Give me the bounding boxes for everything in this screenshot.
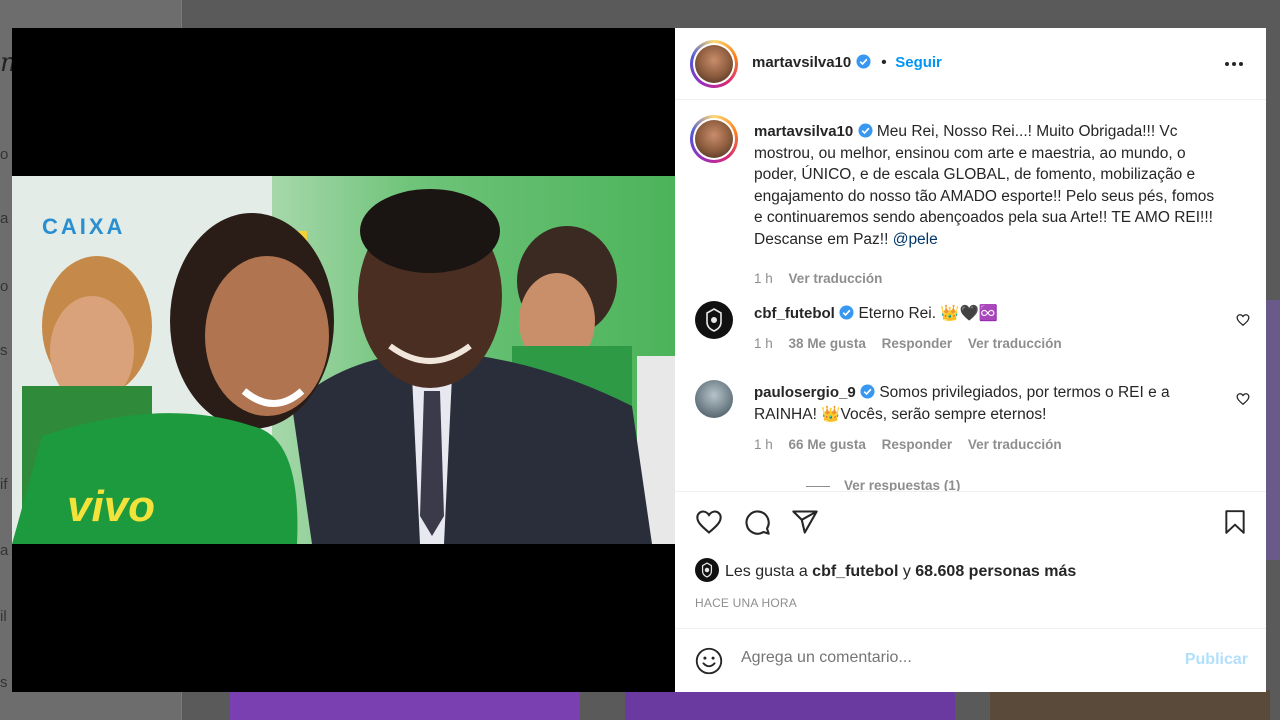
background-nav-fragment: s [0, 342, 8, 359]
comment-bubble-icon[interactable] [743, 508, 771, 536]
comment-item: paulosergio_9 Somos privilegiados, por t… [675, 380, 1266, 491]
background-feed-strip [230, 690, 1270, 720]
likes-middle: y [898, 563, 916, 580]
photo-jersey-text: vivo [67, 482, 155, 531]
likes-others-link[interactable]: 68.608 personas más [915, 563, 1076, 580]
liker-avatar[interactable] [695, 558, 719, 582]
caption-row: martavsilva10 Meu Rei, Nosso Rei...! Mui… [675, 115, 1266, 286]
comment-input[interactable] [741, 649, 1161, 667]
post-actions: Les gusta a cbf_futebol y 68.608 persona… [675, 491, 1266, 628]
background-nav-fragment: o [0, 146, 9, 163]
publish-button[interactable]: Publicar [1185, 651, 1248, 669]
comment-meta: 1 h 66 Me gusta Responder Ver traducción [754, 437, 1074, 452]
comment-meta: 1 h 38 Me gusta Responder Ver traducción [754, 336, 1074, 351]
comments-scroll-area[interactable]: martavsilva10 Meu Rei, Nosso Rei...! Mui… [675, 101, 1266, 491]
view-replies-button[interactable]: Ver respuestas (1) [806, 478, 972, 491]
background-nav-fragment: a [0, 542, 9, 559]
photo-sign-text: CAIXA [42, 214, 125, 239]
author-avatar[interactable] [690, 40, 738, 88]
caption-meta: 1 h Ver traducción [754, 271, 894, 286]
likes-user-link[interactable]: cbf_futebol [812, 563, 898, 580]
caption-time[interactable]: 1 h [754, 271, 773, 286]
share-paper-plane-icon[interactable] [791, 508, 819, 536]
comment-like-heart-icon[interactable] [1236, 392, 1250, 406]
header-separator: • [881, 54, 887, 71]
likes-summary: Les gusta a cbf_futebol y 68.608 persona… [695, 558, 1076, 582]
like-heart-icon[interactable] [695, 508, 723, 536]
view-replies-label[interactable]: Ver respuestas (1) [844, 478, 960, 491]
caption-body: Meu Rei, Nosso Rei...! Muito Obrigada!!!… [754, 123, 1215, 248]
comment-username[interactable]: paulosergio_9 [754, 384, 856, 401]
comment-time[interactable]: 1 h [754, 336, 773, 351]
background-nav-fragment: o [0, 278, 9, 295]
comment-text: cbf_futebol Eterno Rei. 👑🖤♾️ [754, 303, 1224, 325]
likes-prefix: Les gusta a [725, 563, 813, 580]
background-nav-fragment: if [0, 476, 8, 493]
verified-badge-icon [839, 305, 854, 320]
view-replies-line [806, 485, 830, 487]
comment-likes-count[interactable]: 38 Me gusta [789, 336, 866, 351]
background-nav-fragment: il [0, 608, 7, 625]
cbf-crest-icon [706, 308, 722, 332]
background-nav-fragment: s [0, 674, 8, 691]
post-media[interactable]: CAIXA vivo [12, 28, 675, 692]
comment-reply-button[interactable]: Responder [882, 437, 953, 452]
comment-reply-button[interactable]: Responder [882, 336, 953, 351]
caption-username[interactable]: martavsilva10 [754, 123, 853, 140]
comment-like-heart-icon[interactable] [1236, 313, 1250, 327]
caption-author-avatar[interactable] [690, 115, 738, 163]
comment-time[interactable]: 1 h [754, 437, 773, 452]
post-detail-panel: martavsilva10 • Seguir martavsilva10 Meu… [675, 28, 1266, 692]
background-nav-fragment: a [0, 210, 9, 227]
author-username[interactable]: martavsilva10 [752, 54, 851, 71]
comment-text: paulosergio_9 Somos privilegiados, por t… [754, 382, 1224, 425]
comment-item: cbf_futebol Eterno Rei. 👑🖤♾️ 1 h 38 Me g… [675, 301, 1266, 361]
photo-illustration: CAIXA vivo [12, 176, 675, 544]
verified-badge-icon [856, 54, 871, 69]
post-header: martavsilva10 • Seguir [675, 28, 1266, 100]
caption-mention-link[interactable]: @pele [893, 231, 938, 248]
background-feed-edge [1266, 300, 1280, 560]
more-options-icon[interactable] [1224, 54, 1244, 74]
post-photo: CAIXA vivo [12, 176, 675, 544]
follow-button[interactable]: Seguir [895, 54, 942, 71]
verified-badge-icon [860, 384, 875, 399]
comment-body: Eterno Rei. 👑🖤♾️ [858, 305, 999, 322]
caption-translate-button[interactable]: Ver traducción [789, 271, 883, 286]
verified-badge-icon [858, 123, 873, 138]
comment-composer: Publicar [675, 628, 1266, 692]
comment-likes-count[interactable]: 66 Me gusta [789, 437, 866, 452]
post-timestamp[interactable]: HACE UNA HORA [695, 596, 797, 610]
comment-avatar[interactable] [695, 380, 733, 418]
caption-text: martavsilva10 Meu Rei, Nosso Rei...! Mui… [754, 121, 1224, 251]
save-bookmark-icon[interactable] [1222, 508, 1248, 536]
comment-translate-button[interactable]: Ver traducción [968, 437, 1062, 452]
cbf-crest-icon [701, 562, 713, 578]
comment-avatar[interactable] [695, 301, 733, 339]
comment-translate-button[interactable]: Ver traducción [968, 336, 1062, 351]
comment-username[interactable]: cbf_futebol [754, 305, 835, 322]
emoji-picker-icon[interactable] [695, 647, 723, 675]
